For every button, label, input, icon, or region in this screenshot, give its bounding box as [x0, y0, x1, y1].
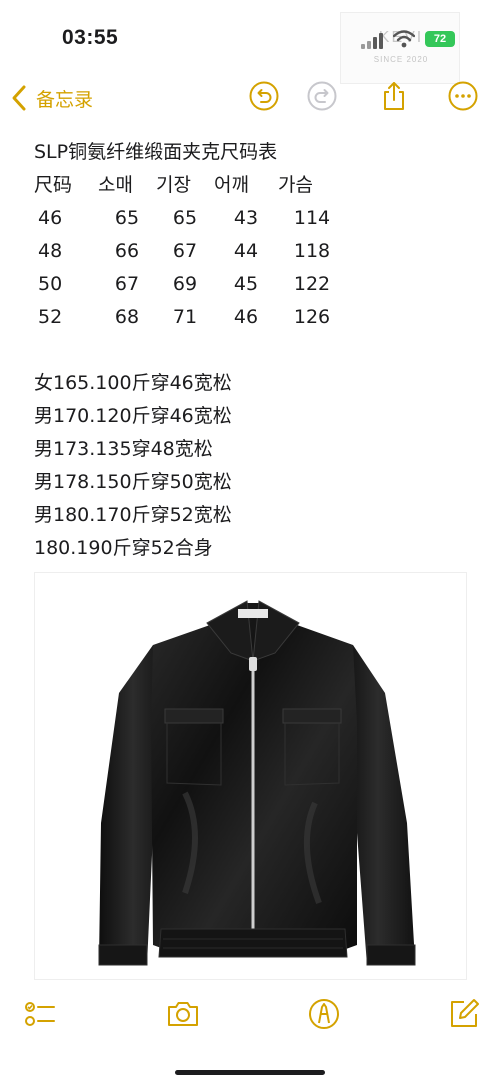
table-cell: 114: [293, 207, 331, 229]
fit-recommendation: 男180.170斤穿52宽松: [34, 504, 232, 526]
table-cell: 46: [38, 207, 63, 229]
table-row: 46 65 65 43 114: [34, 202, 346, 235]
share-icon: [384, 82, 404, 110]
table-header: 기장: [156, 174, 191, 196]
checklist-icon: [25, 1002, 55, 1026]
status-area: KEVI SINCE 2020 72: [340, 12, 460, 84]
jacket-illustration: [98, 600, 416, 966]
table-header: 어깨: [214, 174, 249, 196]
more-ellipsis-icon: [448, 81, 478, 111]
table-cell: 50: [38, 273, 63, 295]
table-row: 50 67 69 45 122: [34, 268, 346, 301]
table-cell: 65: [114, 207, 140, 229]
table-cell: 71: [172, 306, 198, 328]
table-cell: 68: [114, 306, 140, 328]
markup-pen-icon: [309, 999, 339, 1029]
chevron-left-icon: [12, 85, 26, 111]
table-cell: 52: [38, 306, 63, 328]
share-button[interactable]: [378, 80, 410, 112]
table-cell: 45: [233, 273, 259, 295]
note-body[interactable]: SLP铜氨纤维缎面夹克尺码表 尺码 소매 기장 어깨 가슴 46 65 65 4…: [34, 136, 474, 565]
table-header: 尺码: [34, 174, 73, 196]
table-header: 가슴: [278, 174, 313, 196]
camera-button[interactable]: [165, 996, 201, 1032]
battery-level: 72: [425, 31, 455, 47]
table-row: 48 66 67 44 118: [34, 235, 346, 268]
fit-recommendation: 男173.135穿48宽松: [34, 438, 213, 460]
table-cell: 65: [172, 207, 198, 229]
table-row: 52 68 71 46 126: [34, 301, 346, 334]
checklist-button[interactable]: [22, 996, 58, 1032]
table-header: 소매: [98, 174, 133, 196]
table-cell: 67: [172, 240, 198, 262]
back-button[interactable]: 备忘录: [10, 82, 93, 114]
more-button[interactable]: [447, 80, 479, 112]
redo-icon: [307, 81, 337, 111]
table-cell: 46: [233, 306, 259, 328]
fit-recommendation: 180.190斤穿52合身: [34, 537, 213, 559]
size-table: 尺码 소매 기장 어깨 가슴 46 65 65 43 114 48 66 67 …: [34, 169, 346, 334]
wifi-icon: [393, 30, 415, 48]
table-cell: 126: [293, 306, 331, 328]
table-cell: 67: [114, 273, 140, 295]
table-cell: 48: [38, 240, 63, 262]
table-cell: 66: [114, 240, 140, 262]
table-cell: 44: [233, 240, 259, 262]
back-label: 备忘录: [36, 88, 94, 111]
fit-recommendation: 女165.100斤穿46宽松: [34, 372, 232, 394]
note-title: SLP铜氨纤维缎面夹克尺码表: [34, 141, 278, 163]
redo-button[interactable]: [306, 80, 338, 112]
table-cell: 69: [172, 273, 198, 295]
fit-recommendation: 男178.150斤穿50宽松: [34, 471, 232, 493]
fit-recommendation: 男170.120斤穿46宽松: [34, 405, 232, 427]
status-time: 03:55: [62, 26, 119, 49]
compose-icon: [451, 999, 479, 1027]
undo-button[interactable]: [248, 80, 280, 112]
table-cell: 122: [293, 273, 331, 295]
table-header-row: 尺码 소매 기장 어깨 가슴: [34, 169, 346, 202]
undo-icon: [249, 81, 279, 111]
jacket-photo[interactable]: [34, 572, 467, 980]
cellular-signal-icon: [361, 33, 385, 49]
home-indicator[interactable]: [175, 1070, 325, 1075]
table-cell: 118: [293, 240, 331, 262]
camera-icon: [168, 1002, 198, 1026]
markup-button[interactable]: [306, 996, 342, 1032]
table-cell: 43: [233, 207, 259, 229]
watermark-subtitle: SINCE 2020: [373, 55, 429, 64]
compose-button[interactable]: [446, 996, 482, 1032]
